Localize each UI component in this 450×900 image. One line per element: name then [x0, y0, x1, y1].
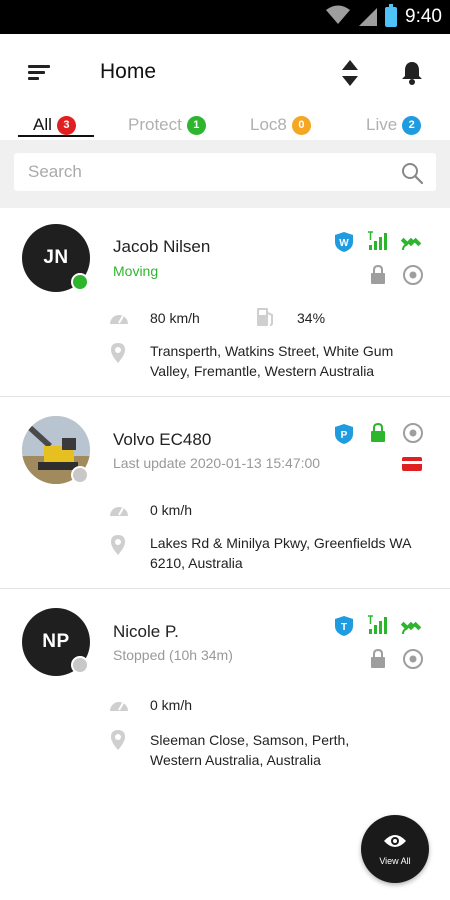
status-time: 9:40 [405, 6, 442, 27]
speedometer-icon [108, 308, 130, 331]
tab-all-label: All [33, 115, 52, 134]
notifications-bell-icon[interactable] [400, 60, 424, 86]
app-bar: Home [0, 34, 450, 110]
offline-status-dot [71, 656, 89, 674]
asset-last-update: Last update 2020-01-13 15:47:00 [113, 455, 321, 471]
asset-status: Stopped (10h 34m) [113, 647, 233, 663]
tab-all-count-badge: 3 [56, 115, 76, 135]
tab-protect[interactable]: Protect 1 [128, 110, 206, 140]
satellite-icon [400, 231, 422, 258]
svg-text:P: P [341, 430, 348, 441]
location-pin-icon [110, 534, 126, 561]
signal-icon [367, 615, 389, 640]
speedometer-icon [108, 500, 130, 523]
asset-name: Nicole P. [113, 622, 179, 641]
online-status-dot [71, 273, 89, 291]
satellite-icon [400, 615, 422, 642]
search-box [14, 153, 436, 191]
view-all-button[interactable]: View All [361, 815, 429, 883]
tab-loc8-count-badge: 0 [291, 115, 311, 135]
tab-live-count-badge: 2 [402, 115, 422, 135]
location-pin-icon [110, 729, 126, 756]
sort-icon[interactable] [340, 59, 360, 87]
signal-icon [367, 231, 389, 256]
tab-protect-count-badge: 1 [186, 115, 206, 135]
search-icon[interactable] [400, 161, 424, 185]
wifi-icon [325, 5, 351, 30]
fuel-pump-icon [255, 306, 275, 333]
target-icon [402, 264, 424, 291]
menu-icon[interactable] [28, 65, 50, 81]
cell-signal-icon [359, 8, 378, 26]
target-icon [402, 648, 424, 675]
location-pin-icon [110, 342, 126, 369]
speed-value: 80 km/h [150, 310, 200, 326]
speed-value: 0 km/h [150, 502, 193, 518]
page-title: Home [100, 60, 157, 83]
card-icon [402, 457, 422, 476]
lock-icon [369, 648, 387, 674]
asset-address: Sleeman Close, Samson, Perth, Western Au… [150, 732, 350, 768]
asset-address: Transperth, Watkins Street, White Gum Va… [150, 343, 394, 379]
search-input[interactable] [28, 153, 388, 191]
asset-status: Moving [113, 263, 159, 279]
shield-w-icon: W [334, 231, 354, 258]
asset-name: Volvo EC480 [113, 430, 212, 449]
view-all-label: View All [379, 855, 411, 866]
tab-loc8-label: Loc8 [250, 115, 287, 134]
tab-live[interactable]: Live 2 [366, 110, 422, 140]
battery-icon [385, 4, 398, 27]
lock-icon [369, 264, 387, 290]
svg-text:T: T [341, 622, 347, 633]
tab-protect-label: Protect [128, 115, 182, 134]
speed-value: 0 km/h [150, 697, 193, 713]
asset-name: Jacob Nilsen [113, 237, 211, 256]
asset-card-nicole-p[interactable]: NP Nicole P. Stopped (10h 34m) T 0 km/h … [0, 589, 450, 789]
asset-card-jacob-nilsen[interactable]: JN Jacob Nilsen Moving W 80 km/h 34% Tra… [0, 208, 450, 396]
active-tab-indicator [18, 135, 94, 137]
status-bar: 9:40 [0, 0, 450, 34]
svg-text:W: W [339, 238, 349, 249]
asset-address: Lakes Rd & Minilya Pkwy, Greenfields WA … [150, 535, 411, 571]
shield-t-icon: T [334, 615, 354, 642]
shield-p-icon: P [334, 423, 354, 450]
tab-live-label: Live [366, 115, 398, 134]
eye-icon [383, 833, 407, 854]
offline-status-dot [71, 466, 89, 484]
tab-loc8[interactable]: Loc8 0 [250, 110, 311, 140]
search-bar-area [0, 140, 450, 208]
fuel-value: 34% [297, 310, 326, 326]
lock-icon-green [369, 422, 387, 448]
asset-card-volvo-ec480[interactable]: Volvo EC480 Last update 2020-01-13 15:47… [0, 397, 450, 587]
target-icon [402, 422, 424, 449]
speedometer-icon [108, 695, 130, 718]
